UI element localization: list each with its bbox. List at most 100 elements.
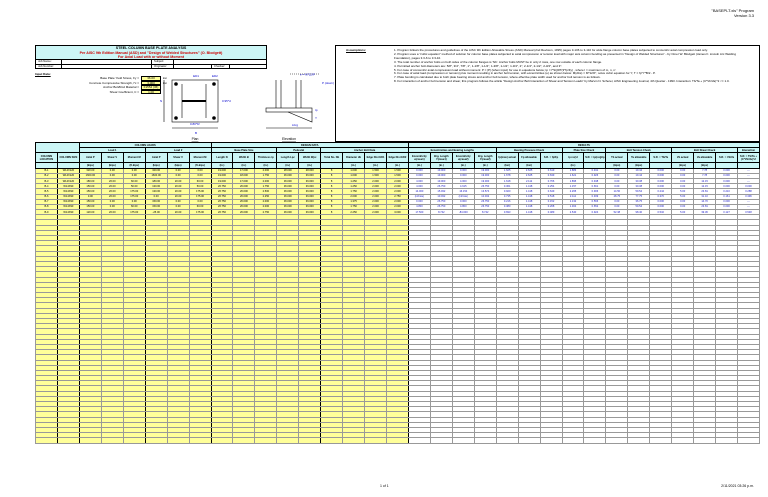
- column-header: Moment M: [188, 152, 212, 164]
- plan-view: [163, 79, 219, 129]
- empty-cell[interactable]: [298, 437, 322, 444]
- empty-cell[interactable]: [78, 437, 102, 444]
- column-header: Width Wpc: [298, 152, 322, 164]
- fig-label-ed2: ED2: [212, 74, 218, 78]
- column-header: Vb actual: [671, 152, 695, 164]
- title-box: STEEL COLUMN BASE PLATE ANALYSIS Per AIS…: [35, 45, 267, 60]
- column-header: Diameter db: [342, 152, 366, 164]
- job-number-field[interactable]: [62, 64, 152, 68]
- empty-cell: [473, 437, 497, 444]
- assumptions-box: Assumptions: 1. Program follows the proc…: [335, 45, 760, 142]
- column-header: Edge Dist ED1: [364, 152, 387, 164]
- input-label: Base Plate Yield Stress, Fy =: [100, 76, 139, 81]
- empty-cell: [539, 437, 563, 444]
- plan-label: Plan: [192, 137, 199, 141]
- empty-cell[interactable]: [342, 437, 366, 444]
- empty-cell[interactable]: [232, 437, 256, 444]
- column-header: Edge Dist ED2: [386, 152, 409, 164]
- input-row: Shear Coefficient, C = 1.00: [41, 89, 167, 94]
- fig-label-n: N: [160, 99, 162, 103]
- empty-cell: [583, 437, 607, 444]
- input-label: Shear Coefficient, C =: [109, 89, 139, 94]
- fig-label-080bf: 0.80*bf: [190, 122, 200, 126]
- empty-cell[interactable]: [210, 437, 234, 444]
- assumptions-heading: Assumptions:: [346, 48, 367, 52]
- column-header: COLUMN SIZE: [56, 152, 80, 164]
- page-number: 1 of 1: [380, 484, 389, 488]
- empty-cell[interactable]: [100, 437, 124, 444]
- program-version: "BASEPLT.xls" Program Version 3.3: [711, 8, 754, 18]
- empty-cell: [627, 437, 651, 444]
- empty-cell[interactable]: [166, 437, 190, 444]
- column-header: Width B: [232, 152, 256, 164]
- subject-label: Subject:: [152, 59, 174, 64]
- column-header: Moment M: [122, 152, 146, 164]
- base-plate-figures: ED1 ED2 N B 0.95*d 0.80*bf e = M*12/P P …: [160, 72, 334, 141]
- column-header: S.R. = tp(req)/tp: [583, 152, 607, 164]
- empty-cell[interactable]: [386, 437, 409, 444]
- fig-label-tp: tp: [315, 108, 318, 112]
- empty-cell[interactable]: [122, 437, 146, 444]
- checker-label: Checker:: [212, 64, 230, 68]
- empty-cell[interactable]: [144, 437, 168, 444]
- empty-cell: [715, 437, 738, 444]
- column-header: tp req'd: [561, 152, 585, 164]
- empty-cell[interactable]: [320, 437, 344, 444]
- empty-cell: [407, 437, 431, 444]
- subject-field[interactable]: [174, 60, 266, 64]
- print-date: 2/11/2021 03:26 p.m.: [721, 484, 754, 488]
- empty-cell[interactable]: [35, 437, 58, 444]
- input-label: Anchor Bolt/Rod Material =: [103, 85, 139, 90]
- column-header: Axial P: [78, 152, 102, 164]
- input-data: Input Data: Base Plate Yield Stress, Fy …: [35, 72, 167, 94]
- column-header: Total No. Nb: [320, 152, 344, 164]
- empty-row: [35, 437, 760, 444]
- fig-label-lbrg: Lbrg: [292, 123, 298, 127]
- column-header: COLUMN LOCATION: [35, 152, 58, 164]
- column-header: Fp allowable: [517, 152, 541, 164]
- empty-cell: [649, 437, 673, 444]
- fig-label-y: Y: [315, 116, 317, 120]
- empty-cell: [517, 437, 541, 444]
- column-header: Length N: [210, 152, 234, 164]
- empty-cell: [561, 437, 585, 444]
- empty-cell: [451, 437, 475, 444]
- checker-field[interactable]: [230, 65, 266, 69]
- job-row-2: Job Number: Originator: Checker:: [35, 64, 267, 69]
- column-header: fp(max) actual: [495, 152, 519, 164]
- column-header: Va allowable: [693, 152, 717, 164]
- column-header: Thickness tp: [254, 152, 278, 164]
- assumption-item: 8. For interaction of anchor bolt tensio…: [394, 79, 730, 84]
- column-header: S.R. = Vb/Va: [715, 152, 738, 164]
- job-name-field[interactable]: [62, 60, 152, 64]
- column-header: Shear V: [100, 152, 124, 164]
- column-header: Eccentricity e(case2): [451, 152, 475, 164]
- empty-cell: [671, 437, 695, 444]
- empty-cell: [737, 437, 760, 444]
- elevation-view: [265, 73, 320, 129]
- empty-cell: [605, 437, 629, 444]
- column-header: Length Lpc: [276, 152, 300, 164]
- column-header: Eccentricity e(case1): [407, 152, 431, 164]
- column-header: S.R. = Tb/Ta + (C*Vb/Va)^2: [737, 152, 760, 164]
- empty-cell[interactable]: [254, 437, 278, 444]
- empty-cell[interactable]: [364, 437, 387, 444]
- column-header: Brg. Length Y(case2): [473, 152, 497, 164]
- originator-label: Originator:: [152, 64, 174, 68]
- empty-cell[interactable]: [188, 437, 212, 444]
- column-header: Tb actual: [605, 152, 629, 164]
- input-label: Concrete Compressive Strength, f'c =: [89, 80, 139, 85]
- column-header: Axial P: [144, 152, 168, 164]
- empty-cell[interactable]: [276, 437, 300, 444]
- empty-cell: [495, 437, 519, 444]
- base-plate-table: COLUMN LOADS DESIGN DATA RESULTS Load 1 Load…: [35, 141, 761, 444]
- column-header: Shear V: [166, 152, 190, 164]
- fig-label-b: B: [195, 131, 197, 135]
- empty-cell[interactable]: [56, 437, 80, 444]
- column-header: S.R. = Tb/Ta: [649, 152, 673, 164]
- empty-cell: [429, 437, 453, 444]
- job-number-label: Job Number:: [36, 64, 62, 68]
- column-header: S.R. = fp/Fp: [539, 152, 563, 164]
- job-name-label: Job Name:: [36, 59, 62, 64]
- originator-field[interactable]: [174, 64, 212, 68]
